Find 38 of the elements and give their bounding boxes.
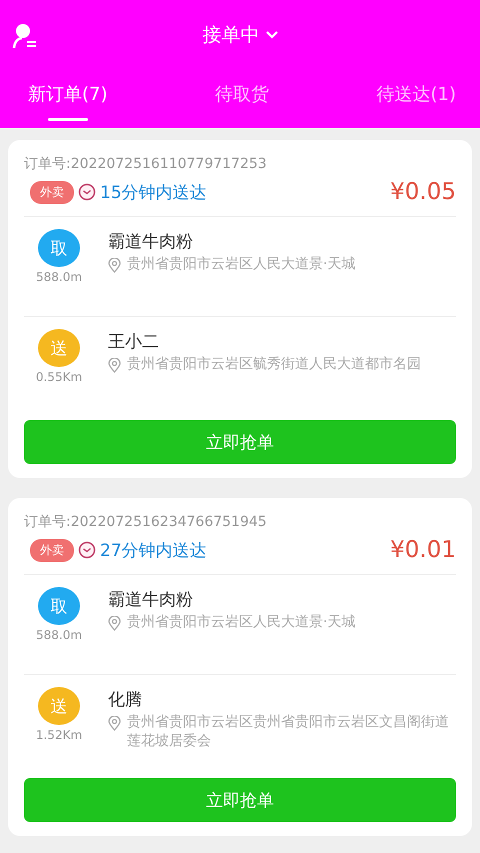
tab[interactable]: 待取货 (215, 70, 269, 128)
stop-distance: 1.52Km (36, 728, 82, 742)
tab[interactable]: 待送达(1) (376, 70, 456, 128)
stop-distance: 0.55Km (36, 370, 82, 384)
location-pin-icon (108, 358, 121, 373)
order-number: 订单号:2022072516234766751945 (24, 513, 268, 532)
category-tag: 外卖 (30, 538, 74, 562)
stop-type-badge: 送 (38, 329, 80, 367)
stop-distance: 588.0m (36, 628, 82, 642)
location-pin-icon (108, 616, 121, 631)
user-menu-icon[interactable] (12, 22, 38, 50)
stop-type-badge: 送 (38, 687, 80, 725)
stop-type-badge: 取 (38, 229, 80, 267)
tab[interactable]: 新订单(7) (28, 70, 108, 128)
stop-name: 化腾 (108, 689, 143, 712)
chevron-down-icon (266, 31, 278, 39)
stop-address: 贵州省贵阳市云岩区人民大道景·天城 (127, 613, 356, 632)
stop-address: 贵州省贵阳市云岩区人民大道景·天城 (127, 255, 356, 274)
stop-distance: 588.0m (36, 270, 82, 284)
grab-order-button[interactable]: 立即抢单 (24, 420, 456, 464)
category-tag: 外卖 (30, 180, 74, 204)
order-price: ¥0.05 (390, 179, 456, 205)
stop-name: 霸道牛肉粉 (108, 231, 194, 254)
status-dropdown[interactable]: 接单中 (202, 22, 278, 48)
stop-name: 霸道牛肉粉 (108, 589, 194, 612)
order-number: 订单号:2022072516110779717253 (24, 155, 268, 174)
order-price: ¥0.01 (390, 537, 456, 563)
location-pin-icon (108, 258, 121, 273)
delivery-time: 15分钟内送达 (100, 182, 208, 204)
stop-name: 王小二 (108, 331, 160, 354)
location-pin-icon (108, 716, 121, 731)
grab-order-button[interactable]: 立即抢单 (24, 778, 456, 822)
stop-address: 贵州省贵阳市云岩区贵州省贵阳市云岩区文昌阁街道莲花坡居委会 (127, 713, 450, 751)
stop-address: 贵州省贵阳市云岩区毓秀街道人民大道都市名园 (127, 355, 421, 374)
stop-type-badge: 取 (38, 587, 80, 625)
clock-icon (78, 183, 96, 201)
clock-icon (78, 541, 96, 559)
delivery-time: 27分钟内送达 (100, 540, 208, 562)
